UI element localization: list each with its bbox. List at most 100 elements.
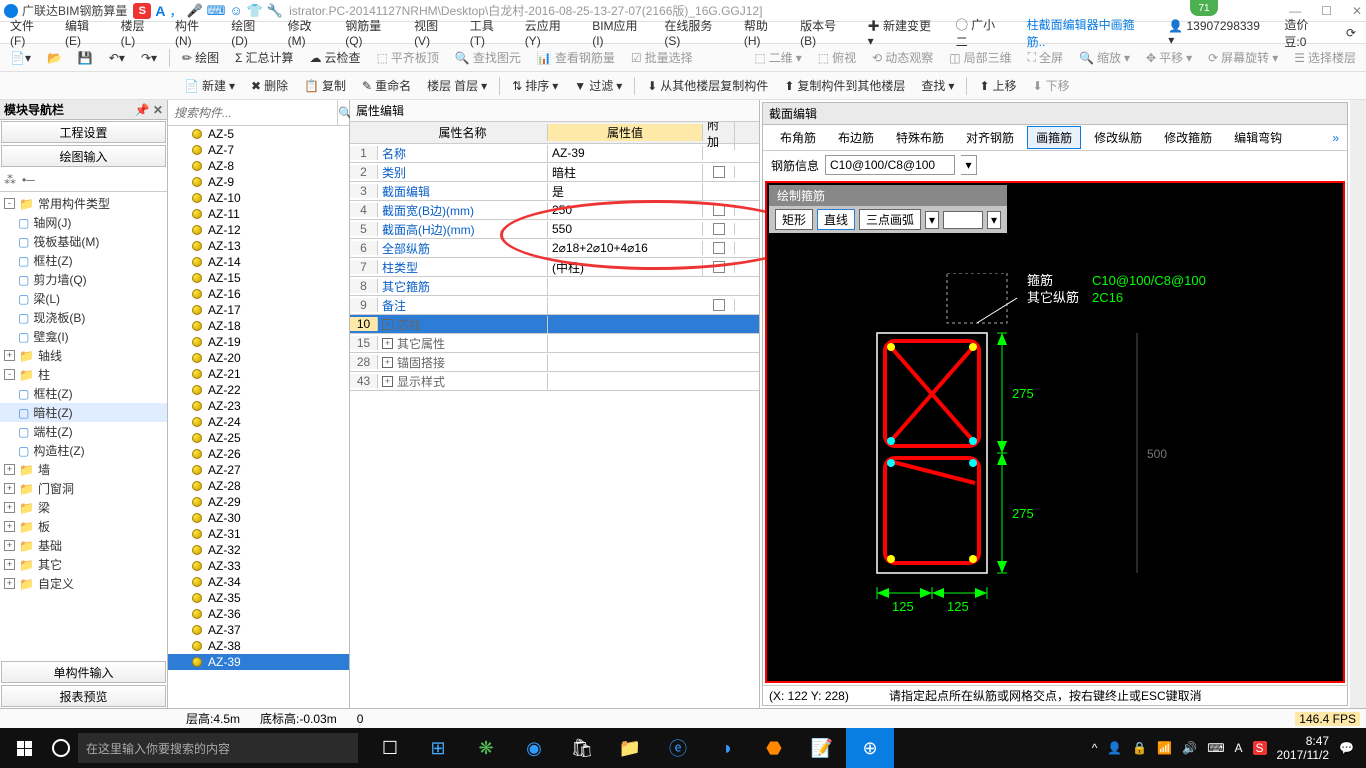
new-file-button[interactable]: 📄▾ <box>6 49 35 67</box>
find-comp-button[interactable]: 查找 ▾ <box>917 75 958 96</box>
checkbox[interactable] <box>713 223 725 235</box>
tree-item[interactable]: ▢轴网(J) <box>0 213 167 232</box>
tray-notifications-icon[interactable]: 💬 <box>1339 741 1354 755</box>
component-item[interactable]: AZ-5 <box>168 126 349 142</box>
draw-rect-button[interactable]: 矩形 <box>775 209 813 230</box>
section-tab[interactable]: 特殊布筋 <box>887 126 953 149</box>
pan-button[interactable]: ✥ 平移 ▾ <box>1142 47 1196 68</box>
tree-item[interactable]: ▢筏板基础(M) <box>0 232 167 251</box>
tree-item[interactable]: +📁梁 <box>0 498 167 517</box>
tray-clock[interactable]: 8:47 2017/11/2 <box>1277 734 1330 763</box>
component-item[interactable]: AZ-14 <box>168 254 349 270</box>
checkbox[interactable] <box>713 261 725 273</box>
redo-button[interactable]: ↷▾ <box>137 49 161 67</box>
component-item[interactable]: AZ-22 <box>168 382 349 398</box>
property-row[interactable]: 10+芯柱 <box>350 315 759 334</box>
new-change-button[interactable]: ✚ 新建变更 ▾ <box>862 15 946 50</box>
component-item[interactable]: AZ-33 <box>168 558 349 574</box>
prop-value[interactable]: 是 <box>548 183 703 200</box>
component-item[interactable]: AZ-7 <box>168 142 349 158</box>
property-row[interactable]: 1名称AZ-39 <box>350 144 759 163</box>
filter-icon1[interactable]: ⁂ <box>4 173 16 187</box>
tree-item[interactable]: +📁基础 <box>0 536 167 555</box>
prop-value[interactable]: 2⌀18+2⌀10+4⌀16 <box>548 241 703 255</box>
component-item[interactable]: AZ-9 <box>168 174 349 190</box>
section-editor-hint[interactable]: 柱截面编辑器中画箍筋.. <box>1021 14 1159 52</box>
start-button[interactable] <box>4 728 44 768</box>
checkbox[interactable] <box>713 242 725 254</box>
menu-component[interactable]: 构件(N) <box>169 15 221 50</box>
batch-select-button[interactable]: ☑ 批量选择 <box>627 47 697 68</box>
tree-toggle-icon[interactable]: + <box>4 521 15 532</box>
tree-item[interactable]: +📁门窗洞 <box>0 479 167 498</box>
prop-value[interactable]: 550 <box>548 222 703 236</box>
tree-toggle-icon[interactable]: + <box>4 502 15 513</box>
sum-button[interactable]: Σ 汇总计算 <box>231 47 297 68</box>
expand-icon[interactable]: + <box>382 338 393 349</box>
property-row[interactable]: 3截面编辑是 <box>350 182 759 201</box>
task-app-6[interactable]: ◑ <box>702 728 750 768</box>
tree-item[interactable]: +📁其它 <box>0 555 167 574</box>
view-rebar-button[interactable]: 📊 查看钢筋量 <box>533 47 619 68</box>
draw-button[interactable]: ✏ 绘图 <box>178 47 223 68</box>
undo-button[interactable]: ↶▾ <box>105 49 129 67</box>
tree-item[interactable]: +📁板 <box>0 517 167 536</box>
tray-key-icon[interactable]: 🔒 <box>1132 741 1147 755</box>
tree-item[interactable]: -📁常用构件类型 <box>0 194 167 213</box>
task-app-8[interactable]: 📝 <box>798 728 846 768</box>
tree-toggle-icon[interactable]: + <box>4 578 15 589</box>
draw-arc-dropdown[interactable]: ▾ <box>925 211 939 229</box>
prop-value[interactable]: AZ-39 <box>548 146 703 160</box>
component-item[interactable]: AZ-26 <box>168 446 349 462</box>
component-item[interactable]: AZ-31 <box>168 526 349 542</box>
delete-comp-button[interactable]: ✖ 删除 <box>247 75 292 96</box>
sort-button[interactable]: ⇅ 排序 ▾ <box>508 75 562 96</box>
report-preview-button[interactable]: 报表预览 <box>1 685 166 707</box>
component-item[interactable]: AZ-17 <box>168 302 349 318</box>
tray-people-icon[interactable]: 👤 <box>1107 741 1122 755</box>
tree-item[interactable]: ▢端柱(Z) <box>0 422 167 441</box>
component-item[interactable]: AZ-32 <box>168 542 349 558</box>
view-top-button[interactable]: ⬚ 俯视 <box>814 47 860 68</box>
tree-item[interactable]: ▢构造柱(Z) <box>0 441 167 460</box>
task-store[interactable]: 🛍 <box>558 728 606 768</box>
property-row[interactable]: 6全部纵筋2⌀18+2⌀10+4⌀16 <box>350 239 759 258</box>
prop-value[interactable]: (中柱) <box>548 259 703 276</box>
vertical-scrollbar[interactable] <box>1350 100 1366 708</box>
project-settings-button[interactable]: 工程设置 <box>1 121 166 143</box>
open-button[interactable]: 📂 <box>43 49 66 67</box>
task-app-7[interactable]: ⬣ <box>750 728 798 768</box>
component-item[interactable]: AZ-16 <box>168 286 349 302</box>
pin-icon[interactable]: 📌 ✕ <box>135 103 163 117</box>
tree-item[interactable]: +📁墙 <box>0 460 167 479</box>
component-item[interactable]: AZ-29 <box>168 494 349 510</box>
component-item[interactable]: AZ-19 <box>168 334 349 350</box>
task-app-current[interactable]: ⊕ <box>846 728 894 768</box>
tree-toggle-icon[interactable]: - <box>4 198 15 209</box>
tray-volume-icon[interactable]: 🔊 <box>1182 741 1197 755</box>
filter-button[interactable]: ▼ 过滤 ▾ <box>570 75 626 96</box>
menu-floor[interactable]: 楼层(L) <box>115 15 165 50</box>
component-item[interactable]: AZ-34 <box>168 574 349 590</box>
property-row[interactable]: 2类别暗柱 <box>350 163 759 182</box>
view-2d-button[interactable]: ⬚ 二维 ▾ <box>750 47 805 68</box>
property-row[interactable]: 5截面高(H边)(mm)550 <box>350 220 759 239</box>
screen-rotate-button[interactable]: ⟳ 屏幕旋转 ▾ <box>1204 47 1282 68</box>
prop-value[interactable]: 250 <box>548 203 703 217</box>
tree-item[interactable]: ▢框柱(Z) <box>0 251 167 270</box>
component-item[interactable]: AZ-12 <box>168 222 349 238</box>
nav-filter-bar[interactable]: ⁂ •─ <box>0 168 167 192</box>
expand-icon[interactable]: + <box>382 357 393 368</box>
component-item[interactable]: AZ-10 <box>168 190 349 206</box>
menu-tool[interactable]: 工具(T) <box>464 15 515 50</box>
prop-value[interactable]: 暗柱 <box>548 164 703 181</box>
section-canvas[interactable]: 绘制箍筋 矩形 直线 三点画弧 ▾ ▾ <box>765 181 1345 683</box>
checkbox[interactable] <box>713 166 725 178</box>
rename-comp-button[interactable]: ✎ 重命名 <box>358 75 415 96</box>
task-app-2[interactable]: ❋ <box>462 728 510 768</box>
property-row[interactable]: 43+显示样式 <box>350 372 759 391</box>
menu-draw[interactable]: 绘图(D) <box>225 15 277 50</box>
copy-from-floor-button[interactable]: ⬇ 从其他楼层复制构件 <box>643 75 772 96</box>
orbit-button[interactable]: ⟲ 动态观察 <box>868 47 937 68</box>
tree-toggle-icon[interactable]: - <box>4 369 15 380</box>
